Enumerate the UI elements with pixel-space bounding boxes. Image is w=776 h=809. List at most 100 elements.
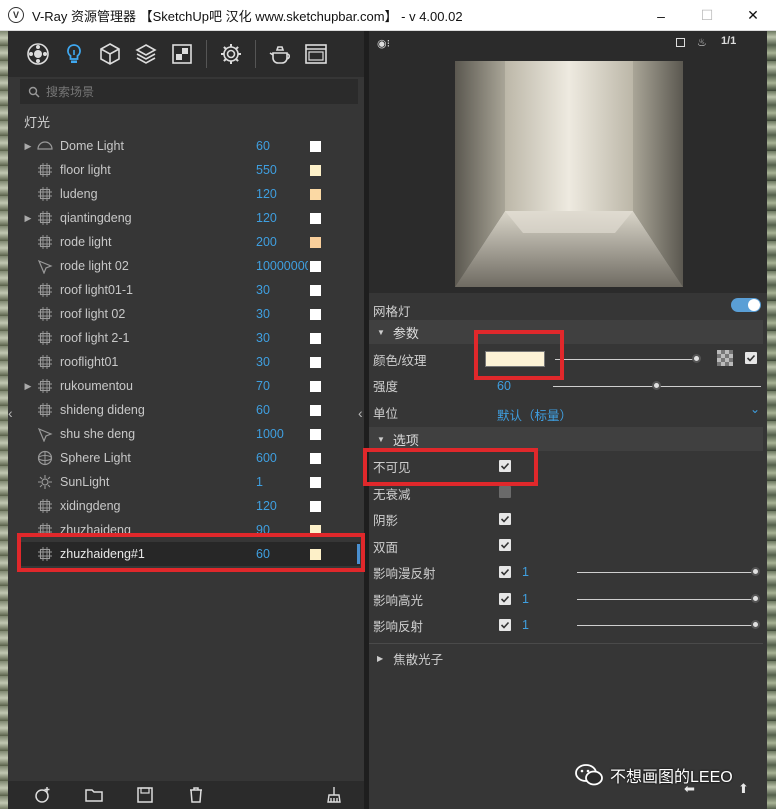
light-list-item[interactable]: rooflight01 30 [20, 350, 360, 374]
settings-icon[interactable] [213, 36, 249, 72]
frame-buffer-icon[interactable] [298, 36, 334, 72]
affect-reflections-checkbox[interactable] [499, 619, 511, 631]
light-intensity-value[interactable]: 200 [256, 235, 308, 249]
light-color-swatch[interactable] [310, 452, 321, 464]
expand-arrow-icon[interactable]: ▶ [22, 381, 34, 392]
affect-specular-checkbox[interactable] [499, 593, 511, 605]
intensity-value[interactable]: 60 [497, 379, 511, 393]
expand-arrow-icon[interactable]: ▶ [22, 141, 34, 152]
purge-broom-icon[interactable] [322, 783, 346, 807]
units-dropdown[interactable]: 默认（标量） [497, 405, 572, 424]
light-color-swatch[interactable] [310, 404, 321, 416]
light-intensity-value[interactable]: 30 [256, 355, 308, 369]
geometry-icon[interactable] [92, 36, 128, 72]
light-intensity-value[interactable]: 30 [256, 307, 308, 321]
light-color-swatch[interactable] [310, 308, 321, 320]
color-multiplier-slider-track[interactable] [555, 359, 695, 360]
texture-enable-checkbox[interactable] [745, 352, 757, 364]
light-list-item[interactable]: ▶ rukoumentou 70 [20, 374, 360, 398]
light-list-item[interactable]: rode light 200 [20, 230, 360, 254]
light-color-swatch[interactable] [310, 260, 321, 272]
preview-options-icon[interactable]: ◉⁝ [377, 37, 390, 50]
teapot-render-icon[interactable] [262, 36, 298, 72]
caustics-group-header[interactable]: ▶ 焦散光子 [373, 645, 763, 671]
arrow-left-icon[interactable]: ⬅ [684, 781, 695, 797]
search-field[interactable]: 搜索场景 [20, 79, 358, 104]
light-list-item[interactable]: xidingdeng 120 [20, 494, 360, 518]
save-icon[interactable] [133, 783, 157, 807]
affect-diffuse-value[interactable]: 1 [522, 565, 529, 579]
light-color-swatch[interactable] [310, 236, 321, 248]
affect-diffuse-slider-knob[interactable] [751, 567, 760, 576]
render-elements-icon[interactable] [164, 36, 200, 72]
double-sided-checkbox[interactable] [499, 539, 511, 551]
affect-specular-value[interactable]: 1 [522, 592, 529, 606]
affect-specular-slider-track[interactable] [577, 599, 755, 600]
shadows-checkbox[interactable] [499, 513, 511, 525]
affect-diffuse-checkbox[interactable] [499, 566, 511, 578]
arrow-up-icon[interactable]: ⬆ [738, 781, 749, 797]
light-intensity-value[interactable]: 600 [256, 451, 308, 465]
collapse-left-icon[interactable]: ‹ [8, 405, 13, 421]
light-list-item[interactable]: SunLight 1 [20, 470, 360, 494]
chevron-down-icon[interactable]: ⌄ [750, 402, 760, 416]
layers-icon[interactable] [128, 36, 164, 72]
light-list-item[interactable]: ▶ Dome Light 60 [20, 134, 360, 158]
light-intensity-value[interactable]: 60 [256, 403, 308, 417]
params-group-header[interactable]: ▼ 参数 [369, 320, 763, 344]
light-list-item[interactable]: shu she deng 1000 [20, 422, 360, 446]
light-color-swatch[interactable] [310, 332, 321, 344]
open-folder-icon[interactable] [82, 783, 106, 807]
light-list-item[interactable]: Sphere Light 600 [20, 446, 360, 470]
light-intensity-value[interactable]: 1 [256, 475, 308, 489]
minimize-button[interactable]: – [638, 0, 684, 31]
collapse-middle-icon[interactable]: ‹ [358, 405, 363, 421]
maximize-button[interactable]: ☐ [684, 0, 730, 31]
light-intensity-value[interactable]: 1000 [256, 427, 308, 441]
affect-specular-slider-knob[interactable] [751, 594, 760, 603]
delete-icon[interactable] [184, 783, 208, 807]
light-intensity-value[interactable]: 10000000 [256, 259, 308, 273]
affect-reflections-slider-knob[interactable] [751, 620, 760, 629]
light-intensity-value[interactable]: 550 [256, 163, 308, 177]
light-intensity-value[interactable]: 30 [256, 331, 308, 345]
close-button[interactable]: ✕ [730, 0, 776, 31]
preview-teapot-icon[interactable]: ♨ [697, 36, 707, 49]
light-color-swatch[interactable] [310, 428, 321, 440]
light-color-swatch[interactable] [310, 284, 321, 296]
color-multiplier-slider-knob[interactable] [692, 354, 701, 363]
affect-diffuse-slider-track[interactable] [577, 572, 755, 573]
light-intensity-value[interactable]: 70 [256, 379, 308, 393]
light-list-item[interactable]: rode light 02 10000000 [20, 254, 360, 278]
light-enabled-toggle[interactable] [731, 298, 761, 312]
light-list-item[interactable]: ▶ qiantingdeng 120 [20, 206, 360, 230]
preview-stop-icon[interactable] [676, 38, 685, 47]
light-list-item[interactable]: shideng dideng 60 [20, 398, 360, 422]
light-color-swatch[interactable] [310, 500, 321, 512]
light-color-swatch[interactable] [310, 212, 321, 224]
materials-icon[interactable] [20, 36, 56, 72]
light-color-swatch[interactable] [310, 356, 321, 368]
light-intensity-value[interactable]: 60 [256, 139, 308, 153]
light-color-swatch[interactable] [310, 476, 321, 488]
light-list-item[interactable]: ludeng 120 [20, 182, 360, 206]
light-color-swatch[interactable] [310, 188, 321, 200]
light-intensity-value[interactable]: 120 [256, 211, 308, 225]
light-color-swatch[interactable] [310, 164, 321, 176]
expand-arrow-icon[interactable]: ▶ [22, 213, 34, 224]
light-intensity-value[interactable]: 120 [256, 499, 308, 513]
light-color-swatch[interactable] [310, 140, 321, 152]
light-intensity-value[interactable]: 120 [256, 187, 308, 201]
intensity-slider-knob[interactable] [652, 381, 661, 390]
light-color-swatch[interactable] [310, 380, 321, 392]
affect-reflections-value[interactable]: 1 [522, 618, 529, 632]
affect-reflections-slider-track[interactable] [577, 625, 755, 626]
light-intensity-value[interactable]: 30 [256, 283, 308, 297]
light-list-item[interactable]: roof light 02 30 [20, 302, 360, 326]
light-list-item[interactable]: roof light 2-1 30 [20, 326, 360, 350]
no-decay-checkbox[interactable] [499, 486, 511, 498]
light-list-item[interactable]: floor light 550 [20, 158, 360, 182]
add-light-icon[interactable] [30, 783, 54, 807]
light-list-item[interactable]: roof light01-1 30 [20, 278, 360, 302]
texture-map-icon[interactable] [717, 350, 733, 366]
